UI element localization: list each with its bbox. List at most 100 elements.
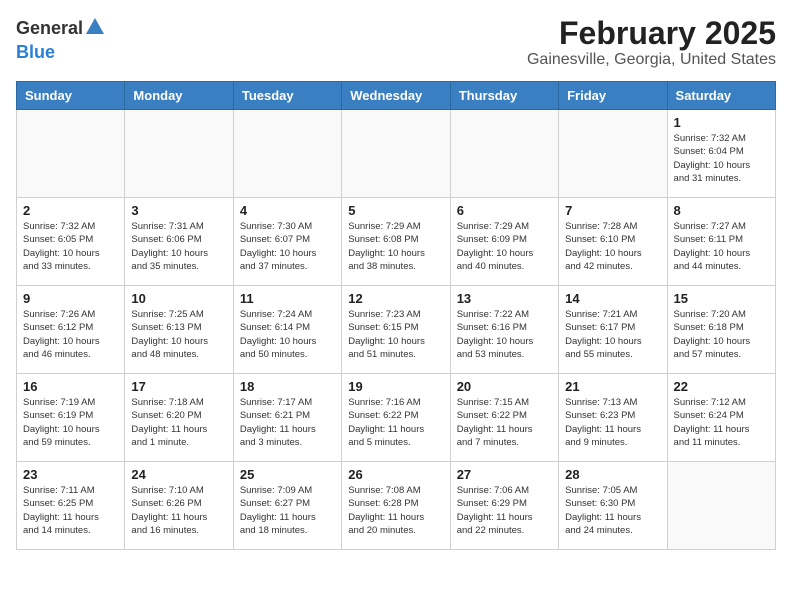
table-row: 9 Sunrise: 7:26 AMSunset: 6:12 PMDaylight… [17, 286, 125, 374]
day-number: 11 [240, 291, 335, 306]
day-info: Sunrise: 7:12 AMSunset: 6:24 PMDaylight:… [674, 396, 769, 449]
day-number: 26 [348, 467, 443, 482]
day-number: 20 [457, 379, 552, 394]
table-row: 24 Sunrise: 7:10 AMSunset: 6:26 PMDayligh… [125, 462, 233, 550]
day-number: 4 [240, 203, 335, 218]
table-row: 25 Sunrise: 7:09 AMSunset: 6:27 PMDayligh… [233, 462, 341, 550]
day-info: Sunrise: 7:30 AMSunset: 6:07 PMDaylight:… [240, 220, 335, 273]
day-info: Sunrise: 7:05 AMSunset: 6:30 PMDaylight:… [565, 484, 660, 537]
day-number: 16 [23, 379, 118, 394]
header-friday: Friday [559, 82, 667, 110]
header-sunday: Sunday [17, 82, 125, 110]
table-row: 3 Sunrise: 7:31 AMSunset: 6:06 PMDaylight… [125, 198, 233, 286]
header-tuesday: Tuesday [233, 82, 341, 110]
table-row: 18 Sunrise: 7:17 AMSunset: 6:21 PMDayligh… [233, 374, 341, 462]
table-row: 2 Sunrise: 7:32 AMSunset: 6:05 PMDaylight… [17, 198, 125, 286]
day-number: 1 [674, 115, 769, 130]
table-row: 11Sunrise: 7:24 AMSunset: 6:14 PMDayligh… [233, 286, 341, 374]
weekday-header-row: Sunday Monday Tuesday Wednesday Thursday… [17, 82, 776, 110]
day-number: 23 [23, 467, 118, 482]
day-info: Sunrise: 7:29 AMSunset: 6:08 PMDaylight:… [348, 220, 443, 273]
table-row: 14 Sunrise: 7:21 AMSunset: 6:17 PMDayligh… [559, 286, 667, 374]
day-number: 9 [23, 291, 118, 306]
day-number: 12 [348, 291, 443, 306]
table-row: 20Sunrise: 7:15 AMSunset: 6:22 PMDayligh… [450, 374, 558, 462]
table-row [17, 110, 125, 198]
day-info: Sunrise: 7:11 AMSunset: 6:25 PMDaylight:… [23, 484, 118, 537]
day-info: Sunrise: 7:23 AMSunset: 6:15 PMDaylight:… [348, 308, 443, 361]
day-info: Sunrise: 7:28 AMSunset: 6:10 PMDaylight:… [565, 220, 660, 273]
day-info: Sunrise: 7:21 AMSunset: 6:17 PMDaylight:… [565, 308, 660, 361]
header-thursday: Thursday [450, 82, 558, 110]
table-row: 15 Sunrise: 7:20 AMSunset: 6:18 PMDayligh… [667, 286, 775, 374]
table-row: 4 Sunrise: 7:30 AMSunset: 6:07 PMDaylight… [233, 198, 341, 286]
logo-general-text: General [16, 18, 83, 38]
table-row: 21 Sunrise: 7:13 AMSunset: 6:23 PMDayligh… [559, 374, 667, 462]
day-number: 15 [674, 291, 769, 306]
logo-icon [84, 16, 106, 43]
day-info: Sunrise: 7:06 AMSunset: 6:29 PMDaylight:… [457, 484, 552, 537]
table-row: 7 Sunrise: 7:28 AMSunset: 6:10 PMDaylight… [559, 198, 667, 286]
table-row: 1 Sunrise: 7:32 AMSunset: 6:04 PMDaylight… [667, 110, 775, 198]
table-row: 19Sunrise: 7:16 AMSunset: 6:22 PMDayligh… [342, 374, 450, 462]
day-info: Sunrise: 7:13 AMSunset: 6:23 PMDaylight:… [565, 396, 660, 449]
day-number: 24 [131, 467, 226, 482]
day-number: 3 [131, 203, 226, 218]
day-number: 2 [23, 203, 118, 218]
table-row: 6Sunrise: 7:29 AMSunset: 6:09 PMDaylight… [450, 198, 558, 286]
day-number: 27 [457, 467, 552, 482]
day-info: Sunrise: 7:22 AMSunset: 6:16 PMDaylight:… [457, 308, 552, 361]
header-monday: Monday [125, 82, 233, 110]
day-number: 25 [240, 467, 335, 482]
day-number: 5 [348, 203, 443, 218]
table-row: 8Sunrise: 7:27 AMSunset: 6:11 PMDaylight… [667, 198, 775, 286]
page: General Blue February 2025 Gainesville, … [0, 0, 792, 566]
day-info: Sunrise: 7:10 AMSunset: 6:26 PMDaylight:… [131, 484, 226, 537]
table-row [450, 110, 558, 198]
day-number: 17 [131, 379, 226, 394]
logo-blue-text: Blue [16, 42, 55, 62]
day-info: Sunrise: 7:32 AMSunset: 6:04 PMDaylight:… [674, 132, 769, 185]
day-info: Sunrise: 7:26 AMSunset: 6:12 PMDaylight:… [23, 308, 118, 361]
day-number: 14 [565, 291, 660, 306]
table-row: 16 Sunrise: 7:19 AMSunset: 6:19 PMDayligh… [17, 374, 125, 462]
calendar-week-row: 1 Sunrise: 7:32 AMSunset: 6:04 PMDaylight… [17, 110, 776, 198]
table-row: 12 Sunrise: 7:23 AMSunset: 6:15 PMDayligh… [342, 286, 450, 374]
table-row: 17Sunrise: 7:18 AMSunset: 6:20 PMDayligh… [125, 374, 233, 462]
table-row: 28 Sunrise: 7:05 AMSunset: 6:30 PMDayligh… [559, 462, 667, 550]
header-wednesday: Wednesday [342, 82, 450, 110]
calendar-subtitle: Gainesville, Georgia, United States [527, 51, 776, 69]
day-info: Sunrise: 7:31 AMSunset: 6:06 PMDaylight:… [131, 220, 226, 273]
calendar-week-row: 23 Sunrise: 7:11 AMSunset: 6:25 PMDayligh… [17, 462, 776, 550]
table-row: 5 Sunrise: 7:29 AMSunset: 6:08 PMDaylight… [342, 198, 450, 286]
table-row [667, 462, 775, 550]
table-row: 22 Sunrise: 7:12 AMSunset: 6:24 PMDayligh… [667, 374, 775, 462]
calendar-table: Sunday Monday Tuesday Wednesday Thursday… [16, 81, 776, 550]
calendar-week-row: 9 Sunrise: 7:26 AMSunset: 6:12 PMDaylight… [17, 286, 776, 374]
calendar-week-row: 2 Sunrise: 7:32 AMSunset: 6:05 PMDaylight… [17, 198, 776, 286]
table-row: 23 Sunrise: 7:11 AMSunset: 6:25 PMDayligh… [17, 462, 125, 550]
header: General Blue February 2025 Gainesville, … [16, 16, 776, 69]
logo: General Blue [16, 16, 107, 63]
day-info: Sunrise: 7:16 AMSunset: 6:22 PMDaylight:… [348, 396, 443, 449]
day-info: Sunrise: 7:09 AMSunset: 6:27 PMDaylight:… [240, 484, 335, 537]
table-row [125, 110, 233, 198]
day-info: Sunrise: 7:20 AMSunset: 6:18 PMDaylight:… [674, 308, 769, 361]
day-info: Sunrise: 7:32 AMSunset: 6:05 PMDaylight:… [23, 220, 118, 273]
day-info: Sunrise: 7:17 AMSunset: 6:21 PMDaylight:… [240, 396, 335, 449]
table-row [559, 110, 667, 198]
header-saturday: Saturday [667, 82, 775, 110]
day-number: 21 [565, 379, 660, 394]
day-number: 6 [457, 203, 552, 218]
day-number: 13 [457, 291, 552, 306]
day-info: Sunrise: 7:19 AMSunset: 6:19 PMDaylight:… [23, 396, 118, 449]
day-number: 22 [674, 379, 769, 394]
day-number: 28 [565, 467, 660, 482]
day-info: Sunrise: 7:25 AMSunset: 6:13 PMDaylight:… [131, 308, 226, 361]
day-number: 18 [240, 379, 335, 394]
table-row: 13 Sunrise: 7:22 AMSunset: 6:16 PMDayligh… [450, 286, 558, 374]
table-row: 27 Sunrise: 7:06 AMSunset: 6:29 PMDayligh… [450, 462, 558, 550]
day-number: 7 [565, 203, 660, 218]
table-row [233, 110, 341, 198]
calendar-title: February 2025 [527, 16, 776, 51]
